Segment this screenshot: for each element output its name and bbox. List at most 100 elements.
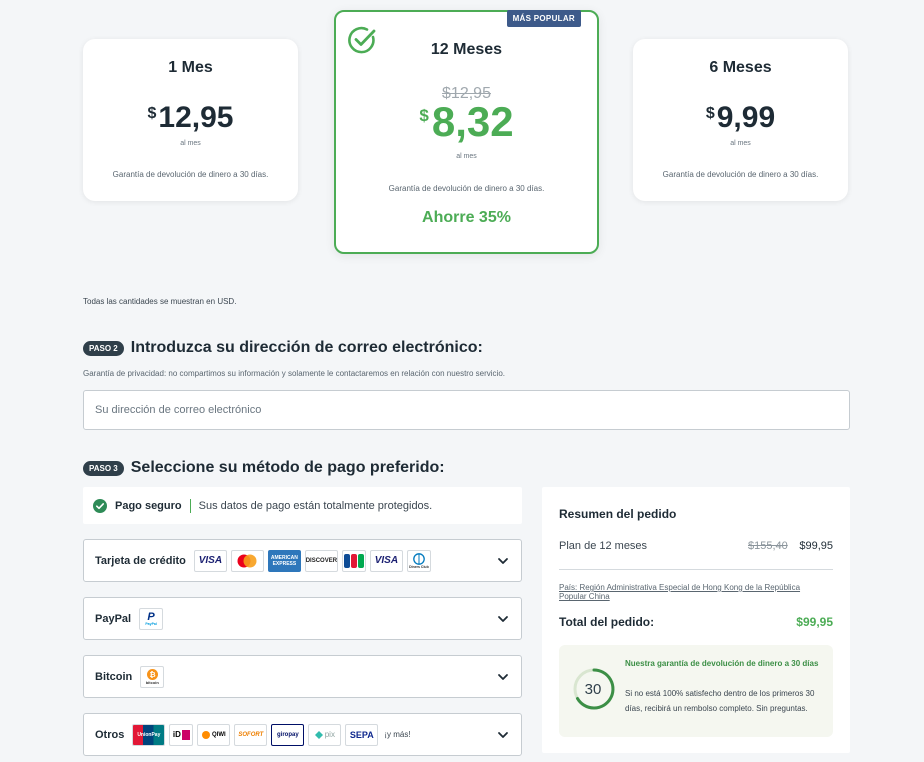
order-total-value: $99,95: [796, 615, 833, 629]
chevron-down-icon[interactable]: [497, 613, 509, 625]
pix-logo-text: pix: [324, 730, 335, 739]
divider: [559, 569, 833, 570]
step-2-title: Introduzca su dirección de correo electr…: [130, 339, 483, 356]
order-plan-name: Plan de 12 meses: [559, 540, 648, 552]
privacy-note: Garantía de privacidad: no compartimos s…: [83, 369, 505, 378]
email-input[interactable]: [83, 390, 850, 430]
paypal-logo: P PayPal: [139, 607, 164, 630]
mastercard-icon: [237, 554, 257, 567]
jcb-bar-blue: [343, 553, 350, 568]
jcb-logo: [341, 549, 366, 572]
secure-payment-label: Pago seguro: [115, 499, 182, 512]
more-methods-text: ¡y más!: [384, 730, 411, 739]
payment-method-label: PayPal: [95, 612, 132, 625]
guarantee-days: 30: [585, 681, 602, 698]
step-3-title: Seleccione su método de pago preferido:: [130, 459, 445, 476]
ideal-logo-mark: iD: [172, 730, 181, 739]
diners-logo-text: Diners Club: [409, 564, 429, 569]
plan-price: $ 12,95: [83, 101, 298, 135]
jcb-bar-red: [350, 553, 357, 568]
plan-card-12-months[interactable]: MÁS POPULAR 12 Meses $12,95 $ 8,32 al me…: [334, 10, 599, 254]
payment-method-credit-card[interactable]: Tarjeta de crédito VISA AMERICAN EXPRESS…: [83, 539, 522, 582]
step-2-header: PASO 2 Introduzca su dirección de correo…: [83, 339, 483, 357]
plan-guarantee: Garantía de devolución de dinero a 30 dí…: [388, 184, 545, 193]
payment-method-label: Bitcoin: [95, 670, 133, 683]
chevron-down-icon[interactable]: [497, 671, 509, 683]
plan-savings: Ahorre 35%: [422, 209, 511, 226]
price-period: al mes: [730, 140, 751, 147]
bitcoin-icon: ₿: [146, 668, 158, 680]
sepa-logo-text: SEPA: [349, 729, 374, 740]
unionpay-logo: UnionPay: [132, 723, 166, 746]
check-circle-icon: [93, 498, 107, 513]
order-total-label: Total del pedido:: [559, 615, 655, 629]
price-value: 8,32: [431, 98, 514, 145]
30-day-badge-icon: 30: [573, 668, 615, 710]
diners-icon: [413, 552, 425, 565]
mastercard-logo: [230, 549, 264, 572]
qiwi-icon: [202, 730, 210, 739]
pix-icon: [314, 730, 323, 739]
money-back-guarantee: 30 Nuestra garantía de devolución de din…: [559, 645, 833, 737]
bitcoin-logo-text: bitcoin: [145, 679, 159, 685]
giropay-logo-text: giropay: [277, 731, 299, 738]
visa-logo: VISA: [369, 549, 403, 572]
guarantee-title: Nuestra garantía de devolución de dinero…: [625, 659, 819, 668]
svg-text:₿: ₿: [149, 670, 155, 679]
plan-price: $ 9,99: [633, 101, 848, 135]
step-3-header: PASO 3 Seleccione su método de pago pref…: [83, 459, 445, 477]
amex-logo-text: AMERICAN EXPRESS: [270, 554, 298, 567]
step-2-pill: PASO 2: [83, 340, 124, 356]
plan-price: $ 8,32: [336, 98, 597, 146]
plan-name: 1 Mes: [168, 59, 213, 76]
payment-method-bitcoin[interactable]: Bitcoin ₿ bitcoin: [83, 655, 522, 698]
order-old-price: $155,40: [748, 540, 788, 552]
visa-logo: VISA: [193, 549, 227, 572]
paypal-logo-mark: P: [147, 610, 155, 623]
chevron-down-icon[interactable]: [497, 729, 509, 741]
paypal-logo-text: PayPal: [145, 621, 157, 626]
currency-symbol: $: [419, 106, 429, 125]
plan-guarantee: Garantía de devolución de dinero a 30 dí…: [662, 170, 819, 179]
sofort-logo: SOFORT: [234, 723, 268, 746]
chevron-down-icon[interactable]: [497, 555, 509, 567]
jcb-bar-green: [357, 553, 364, 568]
jcb-icon: [343, 553, 364, 568]
qiwi-logo-text: QIWI: [212, 731, 226, 738]
visa-logo-text: VISA: [198, 555, 223, 566]
ideal-logo: iD: [169, 723, 194, 746]
amex-logo: AMERICAN EXPRESS: [267, 549, 301, 572]
plan-name: 6 Meses: [709, 59, 772, 76]
price-period: al mes: [456, 153, 477, 160]
secure-payment-text: Sus datos de pago están totalmente prote…: [198, 499, 433, 512]
divider: [189, 498, 191, 513]
unionpay-logo-text: UnionPay: [137, 731, 161, 738]
pix-logo: pix: [308, 723, 342, 746]
visa-logo-text: VISA: [374, 555, 399, 566]
price-value: 9,99: [716, 101, 776, 134]
plan-card-1-month[interactable]: 1 Mes $ 12,95 al mes Garantía de devoluc…: [83, 39, 298, 201]
order-summary-title: Resumen del pedido: [559, 507, 677, 521]
plan-guarantee: Garantía de devolución de dinero a 30 dí…: [112, 170, 269, 179]
order-new-price: $99,95: [799, 540, 833, 552]
payment-method-others[interactable]: Otros UnionPay iD QIWI SOFORT giropay pi…: [83, 713, 522, 756]
payment-method-paypal[interactable]: PayPal P PayPal: [83, 597, 522, 640]
other-logos: UnionPay iD QIWI SOFORT giropay pix SEPA: [132, 723, 379, 746]
price-period: al mes: [180, 140, 201, 147]
currency-symbol: $: [147, 105, 157, 122]
plan-card-6-months[interactable]: 6 Meses $ 9,99 al mes Garantía de devolu…: [633, 39, 848, 201]
card-logos: VISA AMERICAN EXPRESS DISCOVER VISA Dine…: [193, 549, 431, 572]
currency-note-end: .: [234, 297, 237, 306]
discover-logo: DISCOVER: [304, 549, 338, 572]
step-3-pill: PASO 3: [83, 460, 124, 476]
discover-logo-text: DISCOVER: [305, 557, 338, 564]
qiwi-logo: QIWI: [197, 723, 231, 746]
country-link[interactable]: País: Región Administrativa Especial de …: [559, 583, 829, 601]
currency-note-text: Todas las cantidades se muestran en: [83, 297, 218, 306]
payment-method-label: Tarjeta de crédito: [95, 554, 186, 567]
secure-payment-note: Pago seguro Sus datos de pago están tota…: [83, 487, 522, 524]
most-popular-badge: MÁS POPULAR: [506, 10, 581, 27]
price-value: 12,95: [158, 101, 234, 134]
currency-symbol: $: [705, 105, 715, 122]
order-summary: Resumen del pedido Plan de 12 meses $155…: [542, 487, 850, 753]
